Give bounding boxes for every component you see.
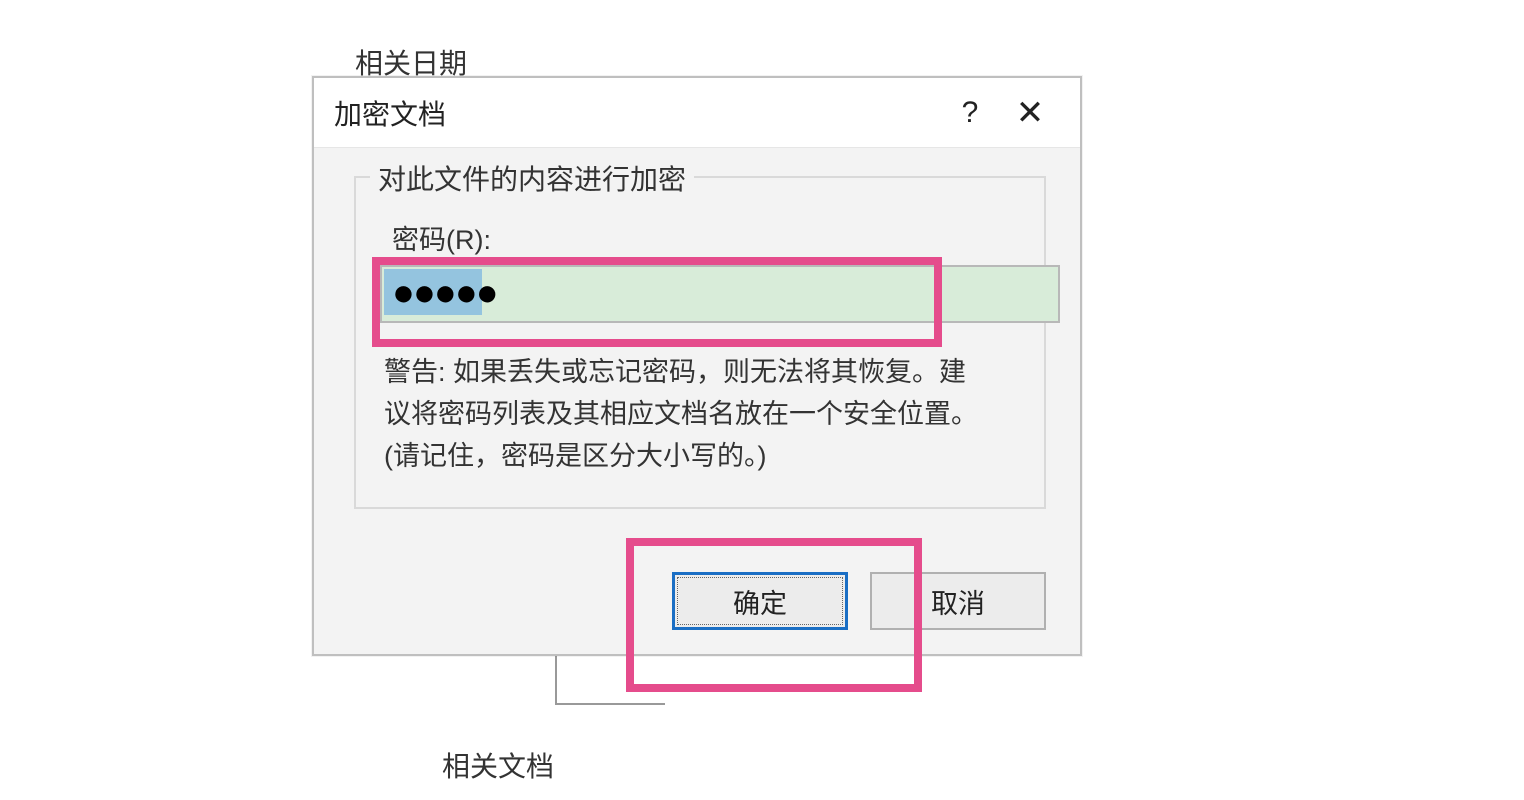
ok-button[interactable]: 确定 [672,572,848,630]
warning-line-2: 议将密码列表及其相应文档名放在一个安全位置。 [384,399,978,429]
cancel-button[interactable]: 取消 [870,572,1046,630]
background-text-bottom: 相关文档 [442,745,554,785]
encrypt-fieldset: 对此文件的内容进行加密 密码(R): ●●●●● 警告: 如果丢失或忘记密码，则… [354,176,1046,509]
password-warning-text: 警告: 如果丢失或忘记密码，则无法将其恢复。建 议将密码列表及其相应文档名放在一… [380,351,1020,477]
warning-line-1: 警告: 如果丢失或忘记密码，则无法将其恢复。建 [384,357,966,387]
dialog-content: 对此文件的内容进行加密 密码(R): ●●●●● 警告: 如果丢失或忘记密码，则… [314,148,1080,509]
help-icon[interactable]: ? [940,96,1000,130]
password-masked-value: ●●●●● [392,271,497,315]
dialog-title: 加密文档 [334,93,940,133]
dialog-titlebar: 加密文档 ? ✕ [314,78,1080,148]
background-line [555,655,665,705]
close-icon[interactable]: ✕ [1000,93,1060,133]
warning-line-3: (请记住，密码是区分大小写的。) [384,441,766,471]
password-input-container: ●●●●● [380,265,1060,323]
dialog-button-row: 确定 取消 [314,552,1080,630]
fieldset-legend: 对此文件的内容进行加密 [370,158,694,198]
password-label: 密码(R): [392,218,1020,257]
password-input[interactable]: ●●●●● [380,265,1060,323]
encrypt-document-dialog: 加密文档 ? ✕ 对此文件的内容进行加密 密码(R): ●●●●● 警告: 如果… [312,76,1082,656]
